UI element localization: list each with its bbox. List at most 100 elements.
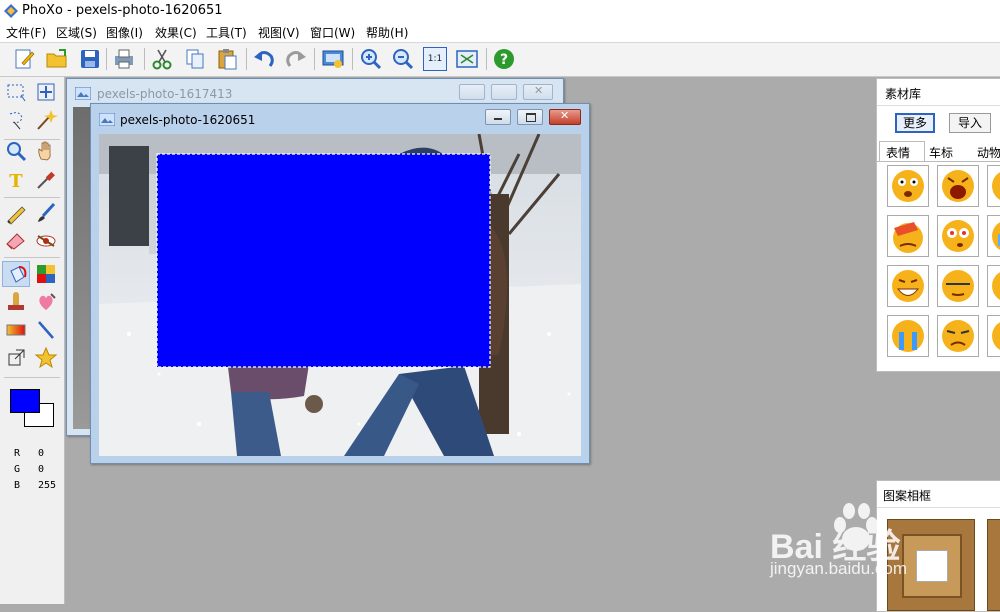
emoji-tile[interactable] — [987, 315, 1000, 357]
import-button[interactable]: 导入 — [949, 113, 991, 133]
emoji-tile[interactable] — [987, 165, 1000, 207]
screen-capture-button[interactable] — [321, 47, 345, 71]
selection-fill[interactable] — [156, 153, 491, 368]
transform-icon[interactable] — [4, 346, 28, 370]
menu-tools[interactable]: 工具(T) — [206, 24, 247, 41]
maximize-button[interactable] — [517, 109, 543, 125]
hand-tool-icon[interactable] — [34, 139, 58, 163]
emoji-tile[interactable] — [937, 165, 979, 207]
open-folder-button[interactable] — [45, 47, 69, 71]
emoji-tile[interactable] — [987, 265, 1000, 307]
panel-title: 素材库 — [885, 87, 922, 101]
undo-button[interactable] — [252, 47, 276, 71]
fit-window-button[interactable] — [455, 47, 479, 71]
close-button[interactable]: ✕ — [549, 109, 581, 125]
print-button[interactable] — [112, 47, 136, 71]
foreground-color-swatch[interactable] — [10, 389, 40, 413]
tab-animals[interactable]: 动物 — [977, 144, 1000, 161]
minimize-button[interactable] — [459, 84, 485, 100]
help-button[interactable]: ? — [492, 47, 516, 71]
window-titlebar: PhoXo - pexels-photo-1620651 — [0, 0, 1000, 22]
more-button[interactable]: 更多 — [895, 113, 935, 133]
emoji-tile[interactable] — [887, 315, 929, 357]
menu-view[interactable]: 视图(V) — [258, 24, 300, 41]
line-tool-icon[interactable] — [34, 318, 58, 342]
grinning-face-icon — [892, 270, 924, 302]
panel-header: 素材库 — [877, 79, 1000, 106]
save-button[interactable] — [78, 47, 102, 71]
dizzy-face-icon — [942, 220, 974, 252]
document-window-front[interactable]: pexels-photo-1620651 ✕ — [90, 103, 590, 464]
magic-wand-icon[interactable] — [34, 108, 58, 132]
image-doc-icon — [99, 113, 115, 126]
emoji-grid — [877, 163, 1000, 371]
menu-file[interactable]: 文件(F) — [6, 24, 46, 41]
window-title: PhoXo - pexels-photo-1620651 — [22, 3, 223, 18]
tab-emoji[interactable]: 表情 — [879, 141, 925, 161]
menu-selection[interactable]: 区域(S) — [56, 24, 97, 41]
tool-panel: T R 0 G 0 B 255 — [0, 77, 65, 604]
clone-stamp-icon[interactable] — [4, 290, 28, 314]
tool-divider — [4, 257, 60, 258]
color-picker[interactable] — [4, 385, 60, 435]
emoji-tile[interactable] — [887, 165, 929, 207]
pencil-icon[interactable] — [4, 201, 28, 225]
document-titlebar[interactable]: pexels-photo-1620651 ✕ — [91, 104, 589, 132]
toolbar-separator — [486, 48, 487, 70]
crying-face-icon — [992, 222, 1000, 250]
gradient-icon[interactable] — [4, 318, 28, 342]
redo-button[interactable] — [284, 47, 308, 71]
document-title: pexels-photo-1620651 — [120, 113, 256, 127]
emoji-tile[interactable] — [937, 265, 979, 307]
emoji-tile[interactable] — [987, 215, 1000, 257]
menu-image[interactable]: 图像(I) — [106, 24, 143, 41]
copy-button[interactable] — [183, 47, 207, 71]
eyedropper-icon[interactable] — [34, 168, 58, 192]
maximize-button[interactable] — [491, 84, 517, 100]
brush-icon[interactable] — [34, 201, 58, 225]
rgb-r-label: R — [14, 448, 21, 459]
zoom-tool-icon[interactable] — [4, 139, 28, 163]
menu-help[interactable]: 帮助(H) — [366, 24, 408, 41]
maximize-icon — [526, 113, 536, 122]
actual-size-button[interactable]: 1:1 — [423, 47, 447, 71]
toolbar: 1:1 ? — [0, 43, 1000, 77]
menu-window[interactable]: 窗口(W) — [310, 24, 355, 41]
annoyed-face-icon — [942, 320, 974, 352]
fill-bucket-tool[interactable] — [2, 261, 30, 287]
move-icon[interactable] — [34, 80, 58, 104]
rect-select-icon[interactable] — [4, 80, 28, 104]
tab-car-logos[interactable]: 车标 — [929, 144, 953, 161]
emoji-tile[interactable] — [887, 215, 929, 257]
document-canvas[interactable] — [99, 134, 581, 456]
text-tool-icon[interactable]: T — [4, 168, 28, 192]
emoji-tile[interactable] — [937, 315, 979, 357]
shape-star-icon[interactable] — [34, 346, 58, 370]
sad-face-icon — [992, 322, 1000, 350]
close-icon: ✕ — [534, 84, 544, 97]
import-button-label: 导入 — [957, 116, 982, 130]
close-button[interactable]: ✕ — [523, 84, 553, 100]
emoji-tile[interactable] — [937, 215, 979, 257]
panel-title: 图案相框 — [883, 489, 932, 503]
phoxo-logo-icon — [4, 4, 18, 18]
minimize-icon — [494, 118, 502, 120]
eraser-icon[interactable] — [4, 228, 28, 252]
cut-button[interactable] — [150, 47, 174, 71]
color-replace-icon[interactable] — [34, 262, 58, 286]
healing-brush-icon[interactable] — [34, 290, 58, 314]
baidu-watermark: Bai 经验 jingyan.baidu.com — [770, 503, 1000, 600]
new-file-button[interactable] — [12, 47, 36, 71]
lasso-select-icon[interactable] — [4, 108, 28, 132]
red-eye-icon[interactable] — [34, 228, 58, 252]
minimize-button[interactable] — [485, 109, 511, 125]
toolbar-separator — [352, 48, 353, 70]
screaming-face-icon — [942, 170, 974, 202]
material-tabs: 表情 车标 动物 — [877, 141, 1000, 162]
zoom-out-button[interactable] — [391, 47, 415, 71]
image-doc-icon — [75, 87, 91, 100]
emoji-tile[interactable] — [887, 265, 929, 307]
menu-effects[interactable]: 效果(C) — [155, 24, 197, 41]
zoom-in-button[interactable] — [359, 47, 383, 71]
paste-button[interactable] — [215, 47, 239, 71]
